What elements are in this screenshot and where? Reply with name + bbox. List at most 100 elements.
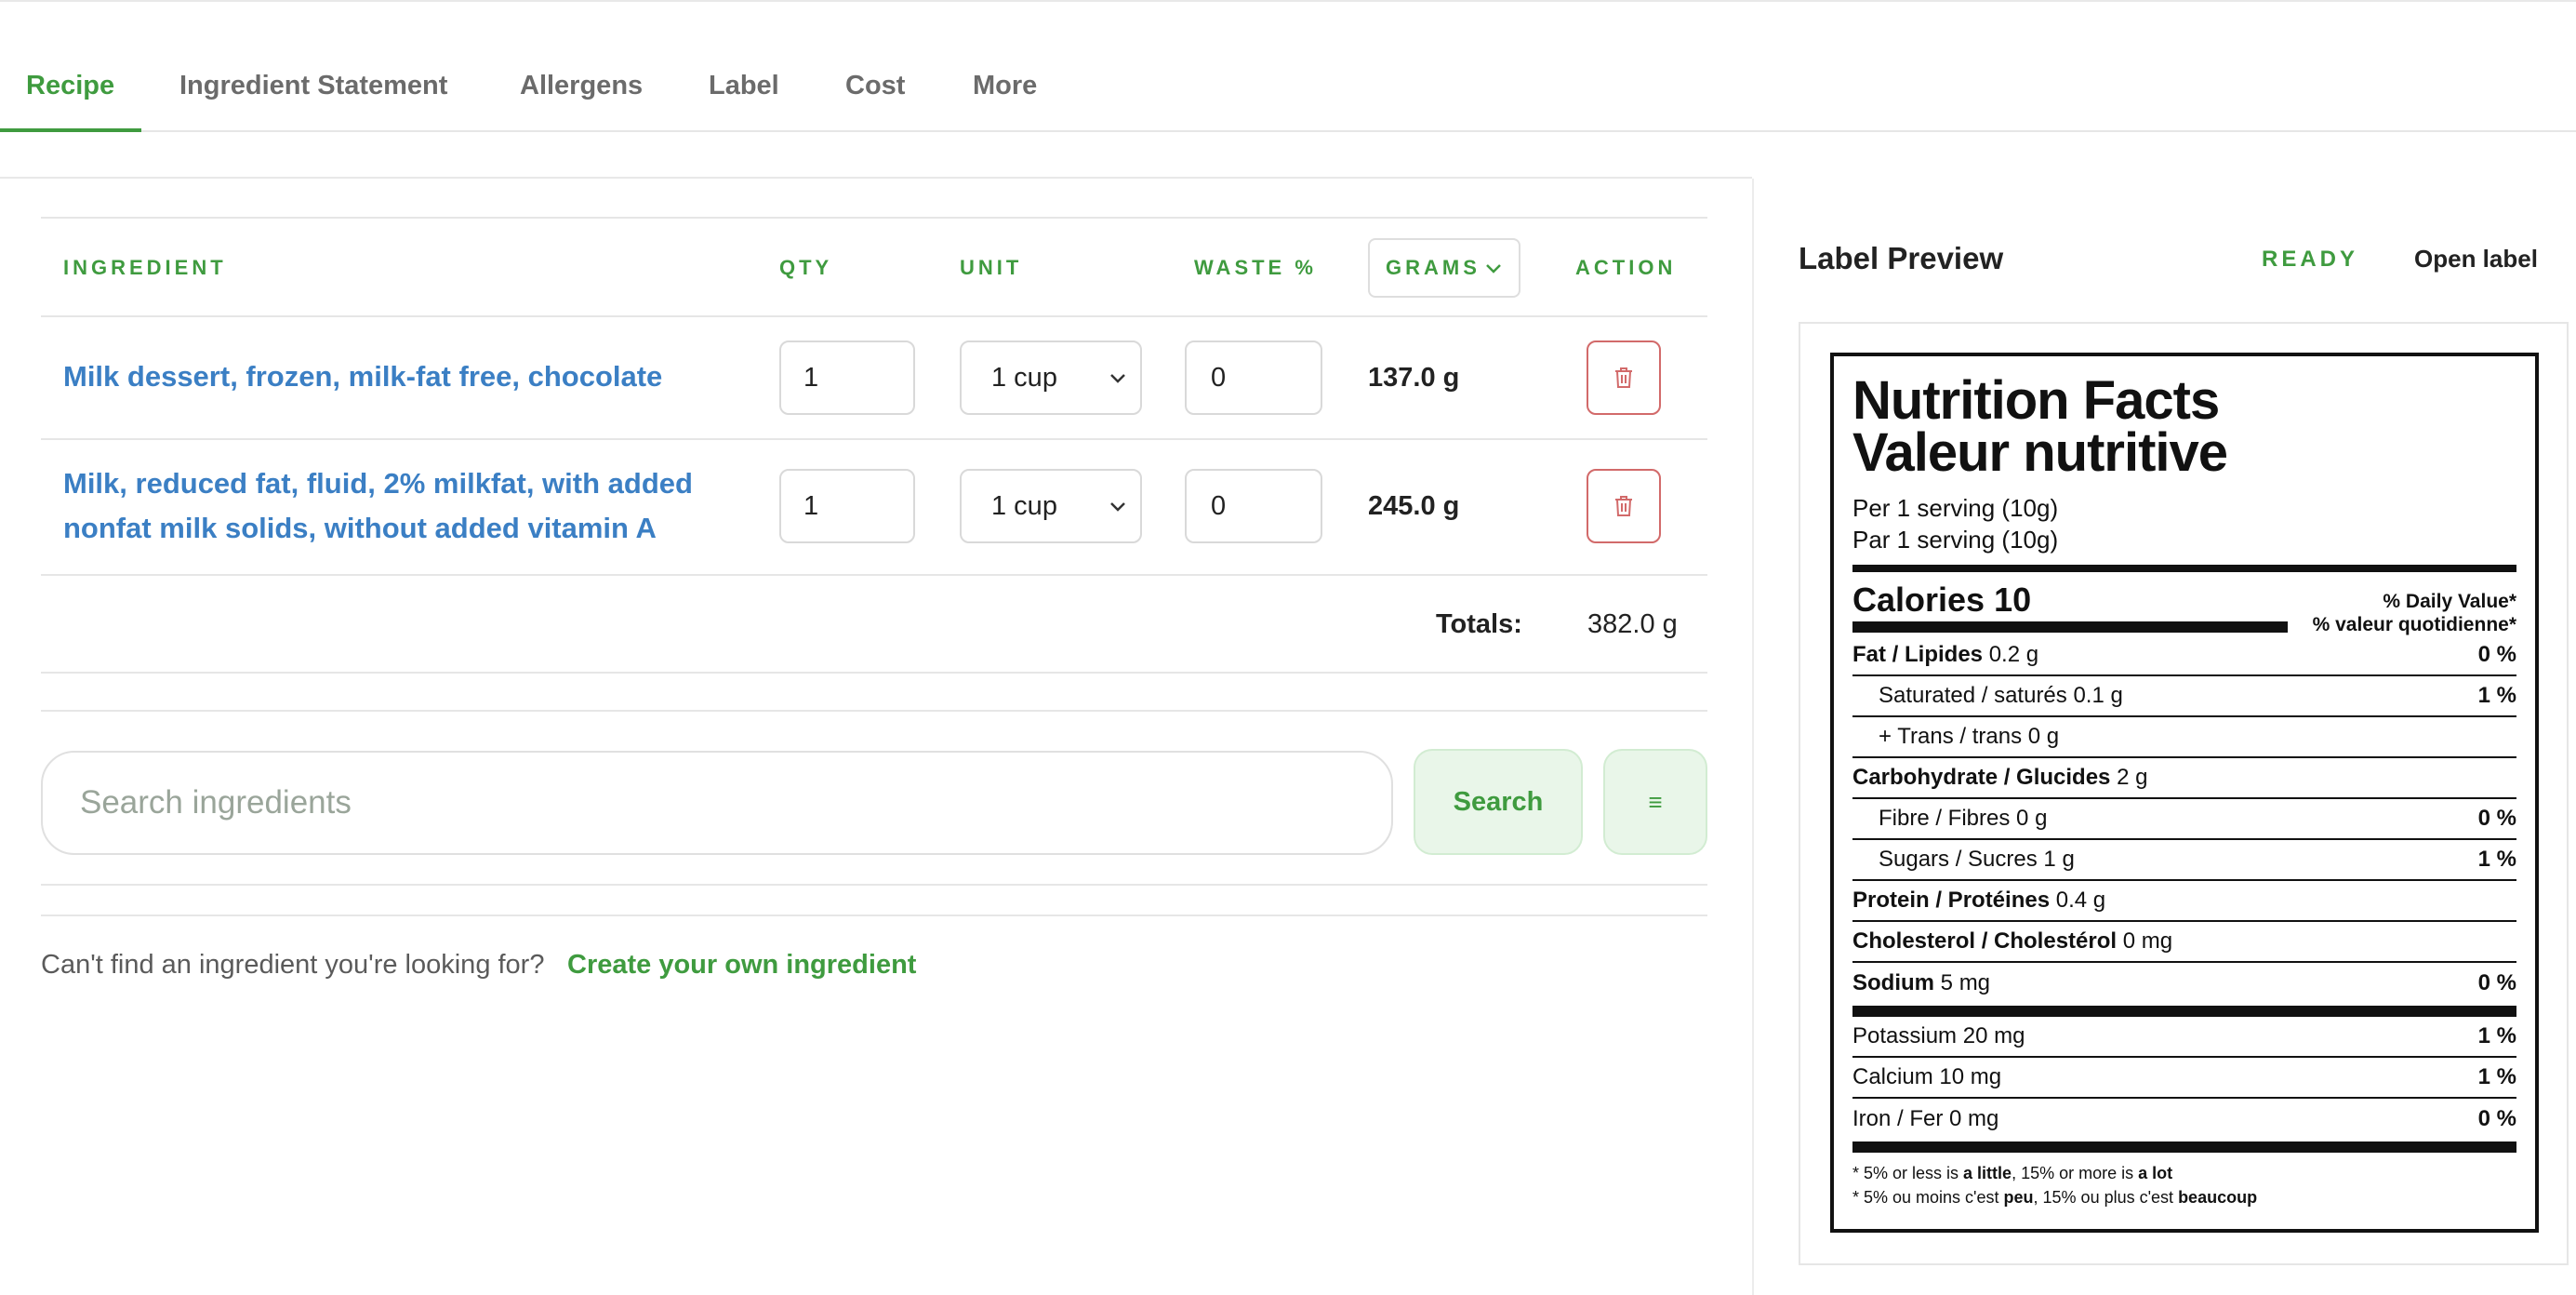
nutrient-amount: 0.2 g — [1988, 642, 2039, 667]
nutrient-amount: 0 g — [2016, 806, 2048, 831]
nutrient-row-carbohydrate: Carbohydrate / Glucides 2 g — [1852, 758, 2516, 799]
nutrient-label: Calcium — [1852, 1064, 1933, 1089]
waste-input[interactable] — [1185, 340, 1322, 415]
daily-value-en: % Daily Value* — [2383, 591, 2516, 612]
create-ingredient-link[interactable]: Create your own ingredient — [567, 950, 916, 981]
tab-more[interactable]: More — [973, 71, 1037, 101]
nutrient-label: Fibre / Fibres — [1879, 806, 2011, 831]
nutrient-amount: 0 mg — [1949, 1106, 1999, 1131]
footnote-emphasis: beaucoup — [2178, 1188, 2258, 1207]
nutrient-percent: 1 % — [2477, 1023, 2516, 1048]
nutrient-amount: 0.1 g — [2073, 683, 2123, 708]
ingredient-name-link[interactable]: Milk, reduced fat, fluid, 2% milkfat, wi… — [63, 461, 693, 551]
nutrient-label: + Trans / trans — [1879, 724, 2023, 749]
waste-input[interactable] — [1185, 469, 1322, 543]
unit-select[interactable]: 1 cup — [960, 340, 1142, 415]
footnote-text: , 15% or more is — [2012, 1164, 2139, 1182]
delete-button[interactable] — [1587, 469, 1661, 543]
totals-label: Totals: — [1436, 609, 1522, 639]
tab-allergens[interactable]: Allergens — [520, 71, 643, 101]
nutrient-amount: 1 g — [2043, 847, 2075, 872]
qty-input[interactable] — [779, 469, 915, 543]
nutrient-row-cholesterol: Cholesterol / Cholestérol 0 mg — [1852, 922, 2516, 963]
row-rule — [41, 574, 1707, 576]
nutrient-amount: 10 mg — [1939, 1064, 2002, 1089]
serving-size-en: Per 1 serving (10g) — [1852, 494, 2059, 522]
footnote-en: * 5% or less is a little, 15% or more is… — [1852, 1164, 2172, 1183]
nutrient-label: Cholesterol / Cholestérol — [1852, 928, 2118, 954]
header-ingredient: INGREDIENT — [63, 256, 227, 279]
column-divider — [1752, 179, 1754, 1295]
open-label-button[interactable]: Open label — [2414, 245, 2538, 274]
qty-input[interactable] — [779, 340, 915, 415]
nutrient-row-trans: + Trans / trans 0 g — [1852, 717, 2516, 758]
search-top-rule — [41, 710, 1707, 712]
nutrient-row-fat: Fat / Lipides 0.2 g 0 % — [1852, 635, 2516, 676]
search-button[interactable]: Search — [1414, 749, 1583, 855]
chevron-down-icon — [1486, 264, 1501, 274]
filter-button[interactable]: ≡ — [1603, 749, 1707, 855]
cant-find-text: Can't find an ingredient you're looking … — [41, 950, 545, 980]
unit-select[interactable]: 1 cup — [960, 469, 1142, 543]
footnote-fr: * 5% ou moins c'est peu, 15% ou plus c'e… — [1852, 1188, 2257, 1208]
nutrient-row-fibre: Fibre / Fibres 0 g 0 % — [1852, 799, 2516, 840]
nutrient-label: Saturated / saturés — [1879, 683, 2067, 708]
header-qty: QTY — [779, 256, 833, 279]
search-input[interactable] — [41, 751, 1393, 855]
nutrient-amount: 2 g — [2117, 765, 2148, 790]
nutrient-percent: 0 % — [2477, 642, 2516, 667]
nutrient-row-sugars: Sugars / Sucres 1 g 1 % — [1852, 840, 2516, 881]
nutrient-label: Fat / Lipides — [1852, 642, 1984, 667]
nutrient-amount: 0 g — [2027, 724, 2060, 749]
calories-rule — [1852, 621, 2288, 633]
nutrient-row-saturated: Saturated / saturés 0.1 g 1 % — [1852, 676, 2516, 717]
footnote-emphasis: peu — [2003, 1188, 2034, 1207]
nutrient-row-calcium: Calcium 10 mg 1 % — [1852, 1058, 2516, 1099]
nutrient-label: Protein / Protéines — [1852, 888, 2051, 913]
label-preview-title: Label Preview — [1799, 241, 2004, 275]
nutrient-amount: 0.4 g — [2055, 888, 2106, 913]
list-icon: ≡ — [1648, 787, 1663, 816]
totals-rule — [41, 672, 1707, 674]
delete-button[interactable] — [1587, 340, 1661, 415]
nutrition-title-fr: Valeur nutritive — [1852, 422, 2228, 483]
header-grams: GRAMS — [1386, 256, 1481, 279]
nutrient-row-iron: Iron / Fer 0 mg 0 % — [1852, 1099, 2516, 1140]
nutrient-percent: 1 % — [2477, 1064, 2516, 1089]
tab-bar: Recipe Ingredient Statement Allergens La… — [0, 56, 2576, 132]
thick-rule — [1852, 1006, 2516, 1017]
search-bottom-rule — [41, 884, 1707, 886]
footnote-emphasis: a little — [1963, 1164, 2012, 1182]
nutrient-label: Iron / Fer — [1852, 1106, 1944, 1131]
grams-value: 137.0 g — [1368, 363, 1460, 393]
header-action: ACTION — [1575, 256, 1677, 279]
calories-label: Calories 10 — [1852, 581, 2032, 619]
thick-rule — [1852, 1141, 2516, 1153]
tab-recipe[interactable]: Recipe — [26, 71, 114, 101]
footnote-text: , 15% ou plus c'est — [2033, 1188, 2179, 1207]
table-top-rule — [41, 217, 1707, 219]
active-tab-indicator — [0, 128, 141, 132]
footer-rule — [41, 915, 1707, 916]
ingredient-name-line1: Milk, reduced fat, fluid, 2% milkfat, wi… — [63, 467, 693, 500]
nutrient-amount: 5 mg — [1940, 970, 1991, 995]
status-badge: READY — [2262, 247, 2359, 272]
unit-select-value: 1 cup — [991, 490, 1057, 521]
daily-value-fr: % valeur quotidienne* — [2312, 614, 2516, 635]
ingredient-name-link[interactable]: Milk dessert, frozen, milk-fat free, cho… — [63, 354, 662, 399]
tab-label[interactable]: Label — [709, 71, 779, 101]
section-divider — [0, 177, 1752, 179]
grams-sort-button[interactable]: GRAMS — [1368, 238, 1520, 298]
nutrient-label: Carbohydrate / Glucides — [1852, 765, 2111, 790]
tab-cost[interactable]: Cost — [845, 71, 905, 101]
footnote-text: * 5% or less is — [1852, 1164, 1964, 1182]
nutrient-row-protein: Protein / Protéines 0.4 g — [1852, 881, 2516, 922]
chevron-down-icon — [1110, 502, 1125, 512]
tab-ingredient-statement[interactable]: Ingredient Statement — [179, 71, 447, 101]
row-rule — [41, 438, 1707, 440]
nutrient-row-sodium: Sodium 5 mg 0 % — [1852, 963, 2516, 1004]
nutrition-title-en: Nutrition Facts — [1852, 370, 2220, 431]
unit-select-value: 1 cup — [991, 362, 1057, 393]
footnote-text: * 5% ou moins c'est — [1852, 1188, 2004, 1207]
nutrition-facts-label: Nutrition Facts Valeur nutritive Per 1 s… — [1830, 353, 2539, 1233]
